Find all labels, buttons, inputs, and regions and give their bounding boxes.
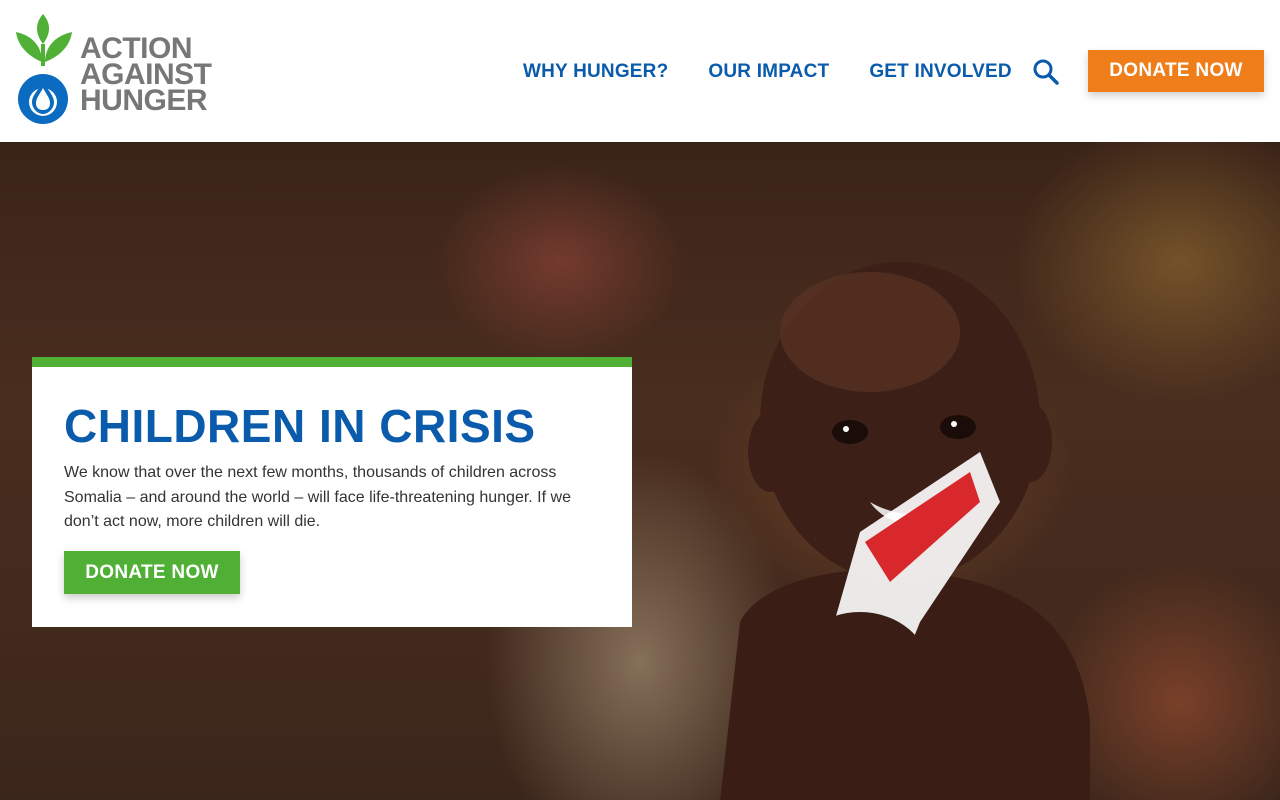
main-nav: WHY HUNGER? OUR IMPACT GET INVOLVED [523, 56, 1052, 88]
logo-icon [16, 14, 72, 124]
hero-section: CHILDREN IN CRISIS We know that over the… [0, 142, 1280, 800]
donate-now-button-header[interactable]: DONATE NOW [1088, 50, 1264, 92]
hero-title: CHILDREN IN CRISIS [64, 400, 536, 452]
nav-item-our-impact[interactable]: OUR IMPACT [708, 61, 829, 83]
logo-line: HUNGER [80, 84, 208, 117]
nav-item-get-involved[interactable]: GET INVOLVED [869, 61, 1011, 83]
hero-description: We know that over the next few months, t… [64, 464, 571, 530]
nav-item-why-hunger[interactable]: WHY HUNGER? [523, 61, 668, 83]
hero-card: CHILDREN IN CRISIS We know that over the… [32, 357, 632, 627]
logo[interactable]: ACTION AGAINST HUNGER [14, 14, 212, 128]
search-button[interactable] [1032, 58, 1060, 86]
donate-now-button-hero[interactable]: DONATE NOW [64, 551, 240, 594]
site-header: ACTION AGAINST HUNGER WHY HUNGER? OUR IM… [0, 0, 1280, 142]
hero-image [720, 262, 1090, 800]
search-icon [1033, 59, 1059, 85]
logo-text: ACTION AGAINST HUNGER [80, 34, 212, 117]
